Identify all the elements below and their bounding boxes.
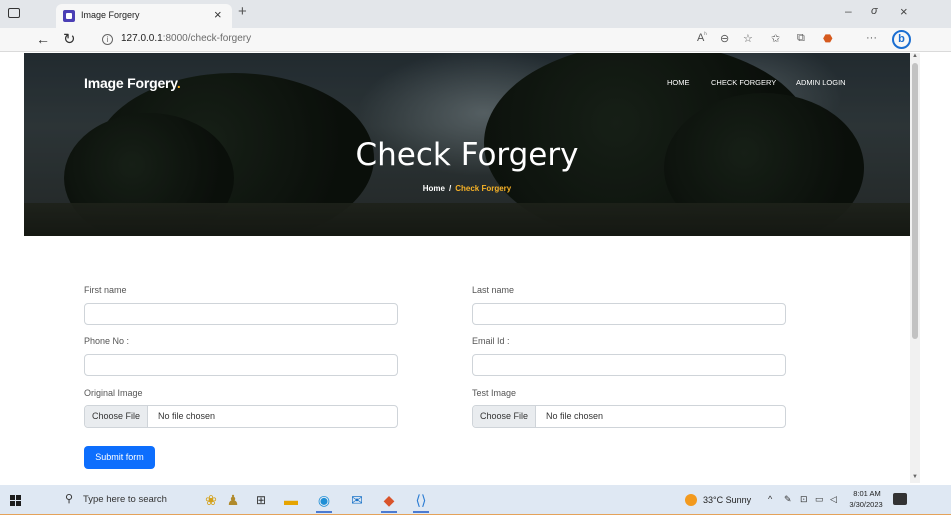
- hero-banner: Image Forgery. HOME CHECK FORGERY ADMIN …: [24, 53, 910, 236]
- breadcrumb-current: Check Forgery: [455, 184, 512, 193]
- back-arrow-icon[interactable]: ←: [36, 31, 50, 47]
- vscode-active-indicator: [413, 511, 429, 513]
- nav-admin-login[interactable]: ADMIN LOGIN: [796, 78, 846, 87]
- email-input[interactable]: [472, 354, 786, 376]
- url-host: 127.0.0.1: [121, 33, 163, 44]
- mail-icon[interactable]: ✉: [346, 489, 368, 511]
- battery-icon[interactable]: ▭: [815, 494, 824, 505]
- office-active-indicator: [381, 511, 397, 513]
- edge-browser-icon[interactable]: ◉: [313, 489, 335, 513]
- clock-date[interactable]: 3/30/2023: [846, 500, 886, 509]
- browser-tab[interactable]: Image Forgery ×: [56, 4, 232, 28]
- page-viewport: Image Forgery. HOME CHECK FORGERY ADMIN …: [24, 53, 910, 483]
- test-choose-file-button[interactable]: Choose File: [473, 406, 537, 427]
- url-path: :8000/check-forgery: [162, 33, 252, 44]
- windows-taskbar: ⚲ Type here to search ❀ ♟ ⊞ ▬ ◉ ✉ ◆ ⟨⟩ 3…: [0, 485, 951, 514]
- clock-time[interactable]: 8:01 AM: [852, 489, 882, 498]
- bottom-edge: [0, 514, 951, 523]
- taskbar-search-placeholder: Type here to search: [83, 494, 167, 505]
- site-info-icon[interactable]: i: [102, 34, 113, 45]
- last-name-input[interactable]: [472, 303, 786, 325]
- page-gutter-left: [0, 53, 24, 483]
- original-image-file-input[interactable]: Choose File No file chosen: [84, 405, 398, 428]
- browser-tabbar: Image Forgery × + – σ ×: [0, 0, 951, 28]
- weather-text[interactable]: 33°C Sunny: [703, 495, 751, 505]
- scroll-up-icon[interactable]: ▲: [912, 53, 918, 59]
- widget-figure-icon[interactable]: ♟: [222, 489, 244, 511]
- nav-home[interactable]: HOME: [667, 78, 690, 87]
- breadcrumb-home[interactable]: Home: [423, 184, 445, 193]
- brand-dot: .: [176, 75, 181, 91]
- zoom-icon[interactable]: ⊖: [720, 32, 729, 45]
- new-tab-button[interactable]: +: [238, 3, 247, 20]
- scroll-thumb[interactable]: [912, 63, 918, 339]
- language-icon[interactable]: ⊡: [800, 494, 808, 505]
- address-bar: ← ↻ i 127.0.0.1:8000/check-forgery Aʰ ⊖ …: [0, 28, 951, 52]
- weather-sun-icon[interactable]: [685, 494, 697, 506]
- first-name-input[interactable]: [84, 303, 398, 325]
- email-label: Email Id :: [472, 336, 510, 346]
- test-file-status: No file chosen: [546, 411, 604, 421]
- scroll-down-icon[interactable]: ▼: [912, 474, 918, 480]
- news-widget-icon[interactable]: ❀: [200, 489, 222, 511]
- test-image-label: Test Image: [472, 388, 517, 398]
- page-title: Check Forgery: [355, 137, 579, 173]
- edge-active-indicator: [316, 511, 332, 513]
- test-image-file-input[interactable]: Choose File No file chosen: [472, 405, 786, 428]
- read-aloud-icon[interactable]: Aʰ: [697, 32, 707, 44]
- restore-button[interactable]: σ: [871, 5, 878, 17]
- tab-actions-icon[interactable]: [8, 8, 20, 18]
- taskbar-search[interactable]: ⚲ Type here to search: [55, 490, 195, 510]
- vscode-icon[interactable]: ⟨⟩: [410, 489, 432, 513]
- task-view-icon[interactable]: ⊞: [250, 489, 272, 511]
- breadcrumb: Home / Check Forgery: [24, 184, 910, 193]
- last-name-label: Last name: [472, 285, 515, 295]
- original-file-status: No file chosen: [158, 411, 216, 421]
- phone-label: Phone No :: [84, 336, 130, 346]
- original-image-label: Original Image: [84, 388, 143, 398]
- bing-icon[interactable]: b: [892, 30, 911, 49]
- office-app-icon[interactable]: ◆: [378, 489, 400, 513]
- pen-icon[interactable]: ✎: [784, 494, 792, 505]
- minimize-button[interactable]: –: [845, 4, 852, 18]
- site-logo[interactable]: Image Forgery.: [84, 75, 181, 91]
- windows-start-icon[interactable]: [10, 495, 21, 506]
- notifications-icon[interactable]: [893, 493, 907, 505]
- breadcrumb-separator: /: [448, 184, 452, 193]
- favorites-icon[interactable]: ✩: [771, 32, 780, 45]
- tab-title: Image Forgery: [81, 10, 140, 20]
- phone-input[interactable]: [84, 354, 398, 376]
- tray-chevron-icon[interactable]: ^: [768, 494, 772, 504]
- favorite-star-icon[interactable]: ☆: [743, 32, 753, 45]
- refresh-icon[interactable]: ↻: [63, 30, 76, 48]
- brand-text: Image Forgery: [84, 75, 177, 91]
- page-scrollbar[interactable]: ▲ ▼: [910, 53, 920, 483]
- favicon-icon: [63, 10, 75, 22]
- tab-close-icon[interactable]: ×: [214, 7, 222, 22]
- close-window-button[interactable]: ×: [900, 4, 908, 19]
- nav-check-forgery[interactable]: CHECK FORGERY: [711, 78, 776, 87]
- original-choose-file-button[interactable]: Choose File: [85, 406, 149, 427]
- file-explorer-icon[interactable]: ▬: [280, 489, 302, 511]
- volume-icon[interactable]: ◁: [830, 494, 837, 505]
- submit-form-button[interactable]: Submit form: [84, 446, 155, 469]
- extension-icon[interactable]: ⬣: [823, 32, 833, 45]
- url-field[interactable]: 127.0.0.1:8000/check-forgery: [121, 33, 251, 44]
- more-menu-icon[interactable]: ···: [866, 32, 877, 44]
- search-icon: ⚲: [65, 493, 74, 505]
- first-name-label: First name: [84, 285, 127, 295]
- page-gutter-right: [920, 53, 951, 483]
- collections-icon[interactable]: ⧉: [797, 32, 805, 45]
